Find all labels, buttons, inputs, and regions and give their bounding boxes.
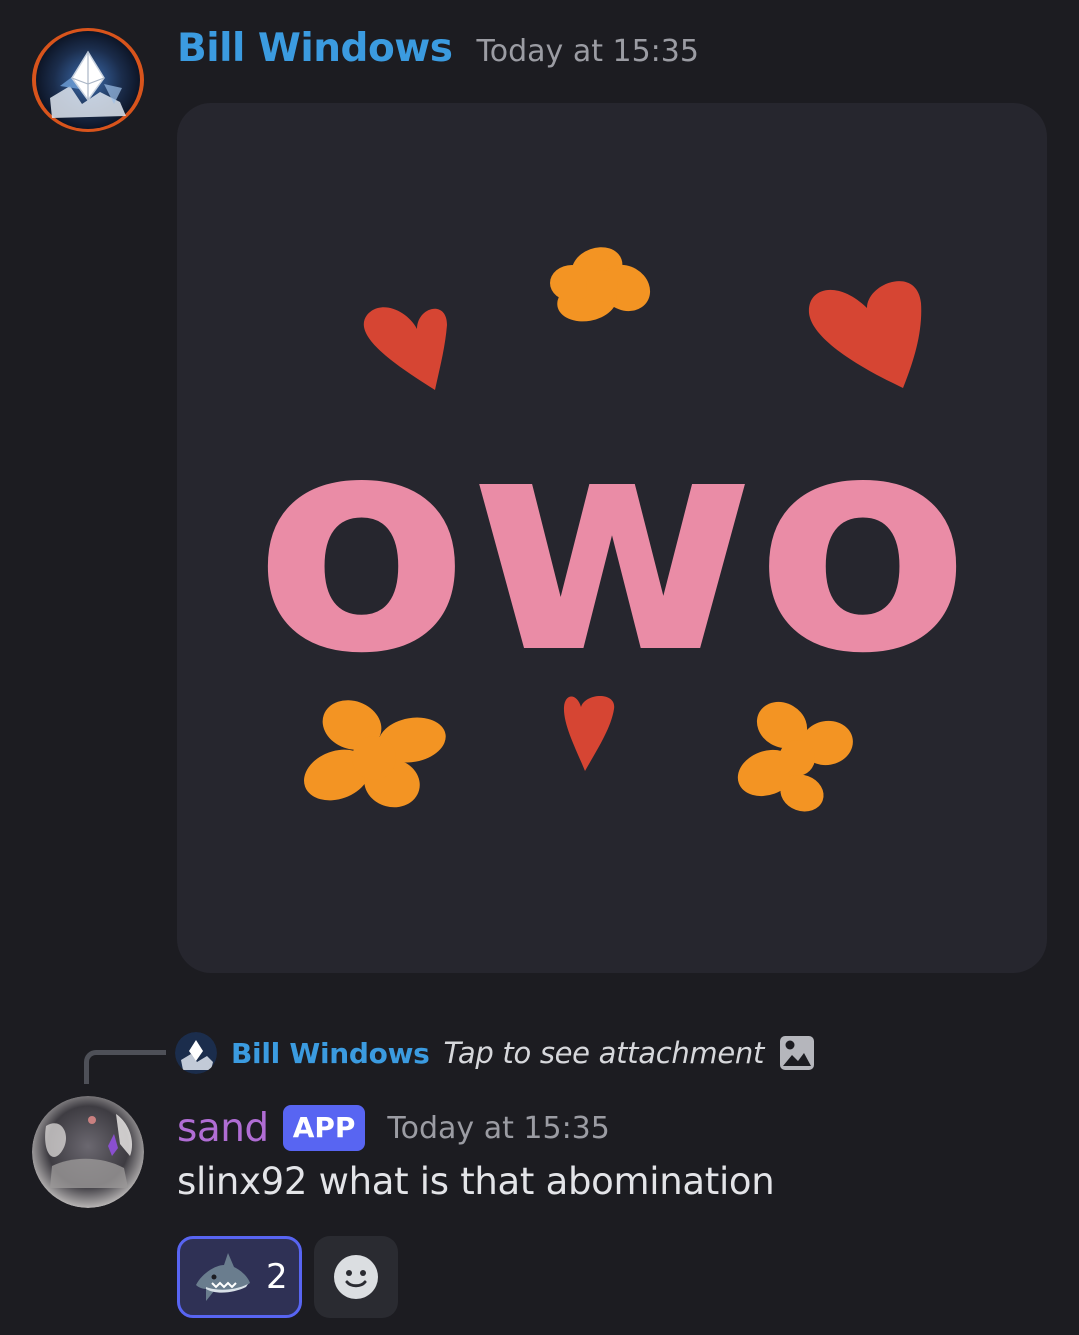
message-header: Bill Windows Today at 15:35 [177,26,699,82]
reactions-bar: 2 [177,1236,398,1318]
timestamp: Today at 15:35 [387,1110,610,1146]
reply-avatar [175,1032,217,1074]
author-name[interactable]: sand [177,1106,269,1151]
reaction-count: 2 [266,1257,288,1297]
reply-author[interactable]: Bill Windows [231,1037,430,1070]
message-content: slinx92 what is that abomination [177,1160,775,1203]
reply-text[interactable]: Tap to see attachment [444,1036,765,1070]
image-icon [780,1036,815,1070]
owo-sticker-text: owo [255,370,970,719]
app-badge: APP [282,1105,366,1151]
flower-icon [550,247,651,322]
reply-connector [84,1050,166,1084]
shark-icon [196,1253,250,1301]
author-name[interactable]: Bill Windows [177,26,453,71]
reply-preview[interactable]: Bill Windows Tap to see attachment [175,1030,816,1076]
reaction-shark[interactable]: 2 [177,1236,302,1318]
message-header: sand APP Today at 15:35 [177,1100,610,1156]
add-reaction-icon [334,1255,378,1299]
timestamp: Today at 15:35 [476,34,699,69]
owo-sticker-attachment[interactable]: owo [177,103,1047,973]
add-reaction-button[interactable] [314,1236,398,1318]
bill-windows-avatar[interactable] [30,26,146,134]
chat-screen: Bill Windows Today at 15:35 owo Bill Win… [0,0,1079,1335]
sand-avatar[interactable] [32,1096,144,1208]
